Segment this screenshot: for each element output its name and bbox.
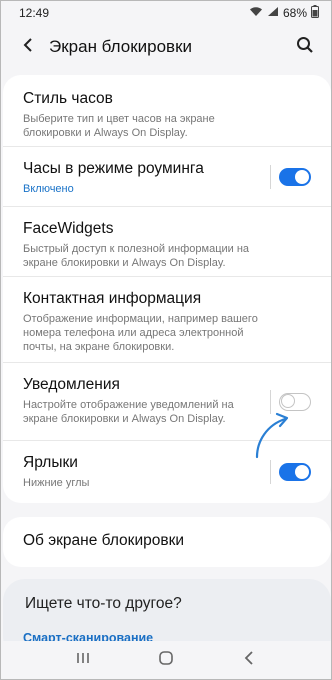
setting-shortcuts[interactable]: Ярлыки Нижние углы [3, 441, 331, 503]
setting-title: Контактная информация [23, 290, 202, 307]
home-button[interactable] [151, 645, 181, 675]
search-button[interactable] [291, 33, 319, 61]
roaming-clock-toggle[interactable] [279, 167, 311, 186]
divider [270, 389, 271, 414]
setting-notifications[interactable]: Уведомления Настройте отображение уведом… [3, 363, 331, 441]
setting-title: Стиль часов [23, 90, 113, 107]
wifi-icon [249, 6, 263, 20]
setting-description: Отображение информации, например вашего … [23, 313, 258, 353]
more-title: Ищете что-то другое? [25, 595, 182, 612]
toggle-knob [295, 169, 309, 184]
signal-icon [267, 6, 279, 20]
navigation-bar [1, 641, 331, 679]
toggle-knob [295, 465, 309, 479]
search-icon [296, 36, 314, 59]
recent-apps-button[interactable] [68, 645, 98, 675]
home-icon [158, 650, 174, 671]
setting-clock-style[interactable]: Стиль часов Выберите тип и цвет часов на… [3, 75, 331, 147]
about-lockscreen[interactable]: Об экране блокировки [3, 517, 331, 567]
battery-level: 68% [282, 6, 307, 20]
setting-title: FaceWidgets [23, 220, 114, 237]
page-title: Экран блокировки [49, 37, 193, 56]
setting-description: Выберите тип и цвет часов на экране блок… [23, 113, 215, 139]
shortcuts-toggle[interactable] [279, 463, 311, 481]
app-header: Экран блокировки [1, 25, 331, 69]
recent-apps-icon [76, 651, 90, 670]
back-arrow-icon [21, 37, 35, 58]
back-nav-button[interactable] [234, 645, 264, 675]
status-icons: 68% [249, 5, 319, 21]
setting-roaming-clock[interactable]: Часы в режиме роуминга Включено [3, 147, 331, 207]
back-nav-icon [243, 650, 255, 671]
about-title: Об экране блокировки [23, 532, 185, 549]
toggle-knob [281, 394, 295, 408]
setting-contact-info[interactable]: Контактная информация Отображение информ… [3, 277, 331, 363]
status-time: 12:49 [19, 6, 50, 20]
settings-list: Стиль часов Выберите тип и цвет часов на… [3, 75, 331, 503]
divider [270, 164, 271, 189]
back-button[interactable] [15, 34, 41, 60]
status-bar: 12:49 68% [1, 1, 331, 25]
divider [270, 460, 271, 484]
setting-facewidgets[interactable]: FaceWidgets Быстрый доступ к полезной ин… [3, 207, 331, 277]
battery-icon [311, 5, 319, 21]
setting-description: Быстрый доступ к полезной информации на … [23, 243, 250, 269]
notifications-toggle[interactable] [279, 392, 311, 411]
